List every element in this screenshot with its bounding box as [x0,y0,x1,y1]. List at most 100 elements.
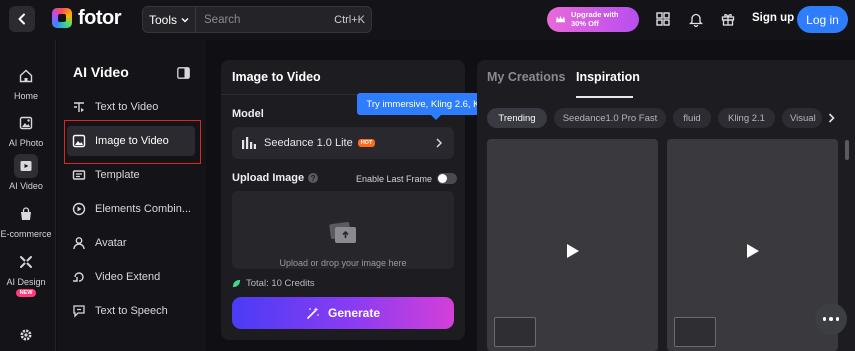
sidebar-item-text-to-speech[interactable]: Text to Speech [67,296,195,326]
search-input[interactable]: Search [196,14,334,26]
chevron-right-icon [436,138,443,148]
thumbnail [674,317,716,347]
home-icon [14,64,38,88]
search-shortcut: Ctrl+K [334,13,365,26]
chip-fluid[interactable]: fluid [673,108,711,128]
play-icon [747,244,759,258]
upload-dropzone[interactable]: Upload or drop your image here [232,191,454,269]
image-upload-icon [329,221,356,243]
tab-inspiration[interactable]: Inspiration [576,70,640,84]
tools-label: Tools [149,12,178,27]
more-options-button[interactable] [815,303,847,335]
rail-item-home[interactable]: Home [0,64,52,101]
scrollbar[interactable] [845,140,849,160]
credits-info: Total: 10 Credits [232,278,315,289]
top-bar: fotor Tools Search Ctrl+K Upgrade with 3… [0,0,855,40]
video-card[interactable] [487,139,658,351]
hot-badge: HOT [357,139,376,147]
panel-title: Image to Video [232,70,321,84]
sidebar-item-label: Text to Video [95,101,159,113]
dropzone-text: Upload or drop your image here [279,258,407,268]
tools-dropdown[interactable]: Tools [143,7,197,32]
video-extend-icon [73,272,84,282]
thumbnail [494,317,536,347]
last-frame-label: Enable Last Frame [356,173,433,184]
ai-photo-icon [14,111,38,135]
search-bar[interactable]: Tools Search Ctrl+K [142,6,372,33]
text-video-icon [74,102,84,112]
chip-seedance[interactable]: Seedance1.0 Pro Fast [554,108,666,128]
dot [835,317,840,321]
logo-mark-icon [52,8,72,28]
sidebar-item-label: Image to Video [95,135,169,147]
tab-my-creations[interactable]: My Creations [487,70,566,84]
image-icon [72,134,86,148]
chevron-left-icon [18,13,25,25]
sidebar-item-label: Video Extend [95,271,161,283]
chip-trending[interactable]: Trending [487,108,547,128]
sidebar-item-template[interactable]: Template [67,160,195,190]
rail-item-e-commerce[interactable]: E-commerce [0,202,52,239]
rail-item-ai-design[interactable]: AI Design NEW [0,250,52,297]
generate-label: Generate [327,306,381,320]
ai-video-icon [14,154,38,178]
bars-icon [242,137,256,149]
ai-video-sidebar: AI Video Text to Video Image to Video Te… [57,40,206,351]
upgrade-text: Upgrade with 30% Off [571,10,619,28]
sidebar-item-text-to-video[interactable]: Text to Video [67,92,195,122]
logo-text: fotor [78,7,122,29]
video-card[interactable] [667,139,838,351]
upgrade-button[interactable]: Upgrade with 30% Off [547,7,639,32]
gear-icon [14,323,38,347]
sidebar-item-label: Template [95,169,140,181]
sidebar-item-label: Avatar [95,237,127,249]
rail-label: AI Photo [8,138,44,148]
rail-item-settings[interactable] [0,323,52,347]
play-icon [567,244,579,258]
active-tab-indicator [576,96,633,98]
chip-visual[interactable]: Visual [782,108,822,128]
sidebar-item-video-extend[interactable]: Video Extend [67,262,195,292]
sidebar-item-label: Elements Combin... [95,203,191,215]
rail-label: Home [13,91,38,101]
new-badge: NEW [15,289,37,297]
generate-button[interactable]: Generate [232,297,454,329]
model-label: Model [232,108,264,120]
back-button[interactable] [9,6,35,32]
rail-label: AI Video [9,181,43,191]
rail-item-ai-video[interactable]: AI Video [0,154,52,191]
login-button[interactable]: Log in [797,6,848,33]
sidebar-item-elements[interactable]: Elements Combin... [67,194,195,224]
ai-design-icon [14,250,38,274]
chevron-down-icon [181,17,189,22]
rail-label: E-commerce [0,229,52,239]
collapse-sidebar-icon[interactable] [177,66,190,84]
sidebar-item-image-to-video[interactable]: Image to Video [67,126,195,156]
leaf-icon [232,279,241,288]
upload-label-text: Upload Image [232,172,305,184]
fotor-logo[interactable]: fotor [52,7,122,29]
dot [822,317,827,321]
last-frame-toggle-row: Enable Last Frame [356,173,458,184]
chevron-right-icon[interactable] [827,112,836,124]
help-icon[interactable]: ? [308,173,319,183]
model-select[interactable]: Seedance 1.0 Lite HOT [232,127,454,159]
sidebar-item-avatar[interactable]: Avatar [67,228,195,258]
upgrade-line2: 30% Off [571,18,599,28]
avatar-icon [73,237,85,250]
dot [829,317,833,321]
elements-icon [72,202,86,216]
model-name: Seedance 1.0 Lite [264,137,353,149]
chip-kling[interactable]: Kling 2.1 [718,108,775,128]
rail-item-ai-photo[interactable]: AI Photo [0,111,52,148]
grid-icon[interactable] [655,11,671,27]
crown-icon [555,15,566,23]
bell-icon[interactable] [688,11,704,27]
last-frame-toggle[interactable] [437,173,458,184]
gift-icon[interactable] [720,11,736,27]
credits-text: Total: 10 Credits [246,278,315,289]
magic-wand-icon [307,307,319,319]
shopping-bag-icon [14,202,38,226]
speech-icon [73,305,85,318]
signup-link[interactable]: Sign up [752,12,794,24]
